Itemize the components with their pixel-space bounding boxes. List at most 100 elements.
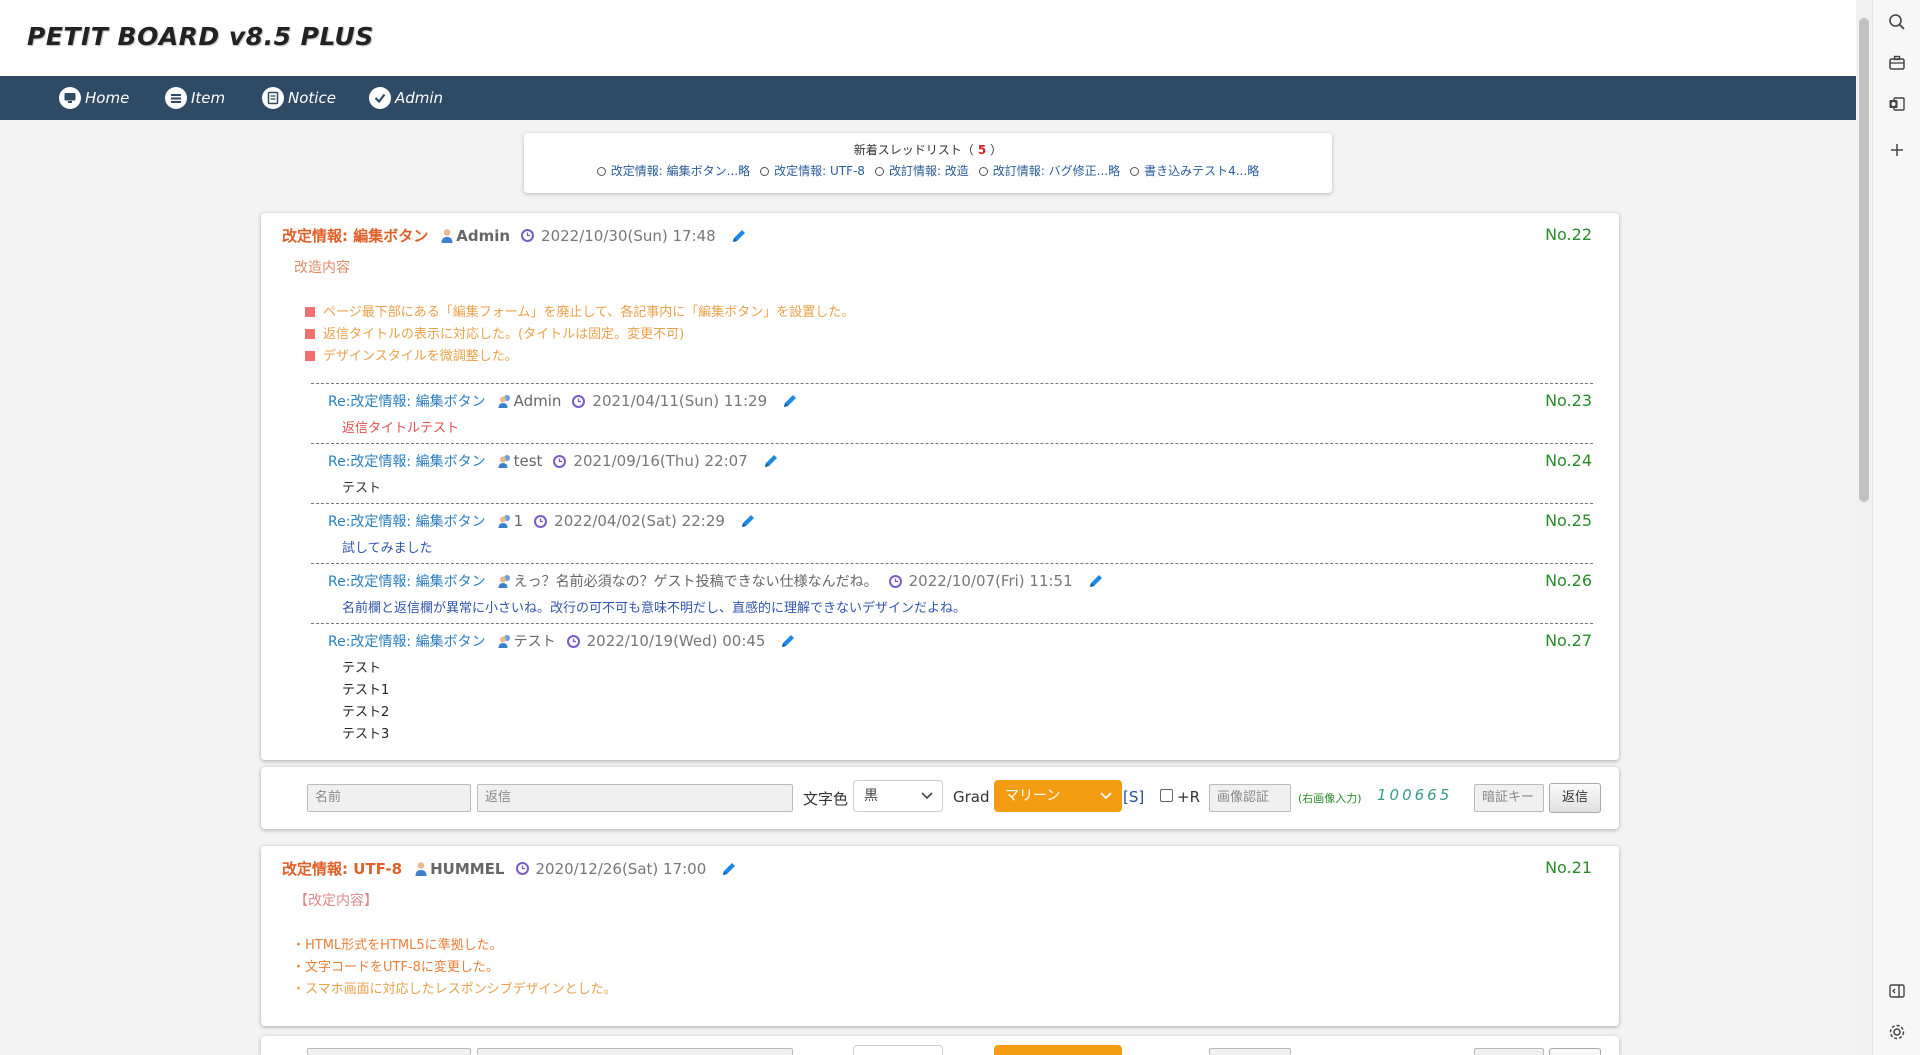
outlook-icon[interactable] [1887,94,1907,114]
body-heading: 【改定内容】 [294,893,378,909]
edit-pencil-icon[interactable] [730,227,748,245]
clock-icon [572,394,586,408]
thread-link-label: 書き込みテスト4...略 [1144,164,1260,178]
reply-title: Re:改定情報: 編集ボタン [328,514,486,530]
app-title[interactable]: PETIT BOARD v8.5 PLUS [27,22,374,51]
thread-list-title: 新着スレッドリスト（ 5） [524,141,1332,158]
body-line: ・文字コードをUTF-8に変更した。 [292,960,499,975]
thread-link[interactable]: 改訂情報: バグ修正...略 [978,162,1120,179]
clock-icon [534,514,548,528]
circle-icon [596,167,606,176]
briefcase-icon[interactable] [1887,53,1907,73]
post-number[interactable]: No.22 [1545,225,1592,244]
bullet-square-icon [305,329,315,339]
captcha-hint: (右画像入力) [1298,792,1362,805]
browser-side-rail [1872,0,1920,1055]
text-color-value: 黒 [864,788,878,804]
search-icon[interactable] [1887,12,1907,32]
edit-pencil-icon[interactable] [781,392,799,410]
nav-admin[interactable]: Admin [369,86,443,110]
reply-number[interactable]: No.26 [1545,571,1592,590]
scrollbar-thumb[interactable] [1859,18,1869,502]
edit-pencil-icon[interactable] [720,860,738,878]
reply-title: Re:改定情報: 編集ボタン [328,454,486,470]
thread-link[interactable]: 改訂情報: 改造 [874,162,969,179]
captcha-input[interactable]: 画像認証 [1209,784,1291,812]
grad-value: マリーン [1005,788,1061,804]
bullet-square-icon [305,351,315,361]
edit-pencil-icon[interactable] [1087,572,1105,590]
reply-title: Re:改定情報: 編集ボタン [328,634,486,650]
thread-list-count: 5 [977,143,987,157]
divider [311,563,1593,564]
users-icon [498,635,510,648]
post-number[interactable]: No.21 [1545,858,1592,877]
reply-body: 試してみました [342,541,433,556]
sidebar-toggle-icon[interactable] [1887,981,1907,1001]
users-icon [498,395,510,408]
text-color-select[interactable] [853,1045,943,1055]
name-input[interactable] [307,1048,471,1055]
reply-header: Re:改定情報: 編集ボタン test 2021/09/16(Thu) 22:0… [328,451,780,471]
body-bullet: ページ最下部にある「編集フォーム」を廃止して、各記事内に「編集ボタン」を設置した… [305,301,854,320]
r-checkbox[interactable] [1160,789,1173,802]
text-color-select[interactable]: 黒 [853,780,943,812]
edit-pencil-icon[interactable] [739,512,757,530]
nav-home[interactable]: Home [59,86,129,110]
reply-title: Re:改定情報: 編集ボタン [328,574,486,590]
reply-date: 2022/10/19(Wed) 00:45 [586,632,766,650]
thread-link-label: 改定情報: 編集ボタン...略 [610,164,751,178]
settings-icon[interactable] [1887,1022,1907,1042]
reply-number[interactable]: No.27 [1545,631,1592,650]
nav-item[interactable]: Item [165,86,225,110]
reply-submit-button[interactable]: 返信 [1549,783,1601,813]
check-icon [369,87,391,109]
edit-pencil-icon[interactable] [779,632,797,650]
thread-link[interactable]: 改定情報: 編集ボタン...略 [596,162,751,179]
password-key-input[interactable]: 暗証キー [1474,784,1544,812]
nav-item-label: Item [191,89,226,107]
plus-icon[interactable] [1887,140,1907,160]
nav-admin-label: Admin [395,89,444,107]
reply-body-line: テスト2 [342,705,390,720]
post-title: 改定情報: 編集ボタン [282,227,429,245]
monitor-icon [59,87,81,109]
reply-header: Re:改定情報: 編集ボタン 1 2022/04/02(Sat) 22:29 [328,511,757,531]
page-scrollbar[interactable] [1856,0,1872,1055]
app-header: PETIT BOARD v8.5 PLUS [0,0,1856,76]
users-icon [498,575,510,588]
s-link[interactable]: [S] [1123,788,1144,806]
name-input[interactable]: 名前 [307,784,471,812]
bullet-text: ページ最下部にある「編集フォーム」を廃止して、各記事内に「編集ボタン」を設置した… [323,305,855,320]
reply-number[interactable]: No.25 [1545,511,1592,530]
bullet-square-icon [305,307,315,317]
reply-author: Admin [513,392,562,410]
nav-notice[interactable]: Notice [262,86,336,110]
thread-list-links: 改定情報: 編集ボタン...略 改定情報: UTF-8 改訂情報: 改造 改訂情… [524,162,1332,179]
reply-number[interactable]: No.23 [1545,391,1592,410]
body-bullet: デザインスタイルを微調整した。 [305,345,518,364]
reply-header: Re:改定情報: 編集ボタン Admin 2021/04/11(Sun) 11:… [328,391,799,411]
reply-number[interactable]: No.24 [1545,451,1592,470]
grad-select[interactable]: マリーン [994,780,1122,812]
reply-form: 名前 返信 文字色 黒 Grad マリーン [S] +R 画像認証 (右画像入力… [261,767,1619,829]
edit-pencil-icon[interactable] [762,452,780,470]
thread-link-label: 改訂情報: 改造 [888,164,969,178]
document-icon [262,87,284,109]
grad-select[interactable] [994,1045,1122,1055]
chevron-down-icon [921,792,933,800]
thread-link[interactable]: 改定情報: UTF-8 [760,162,865,179]
reply-submit-button[interactable] [1549,1048,1601,1055]
users-icon [498,515,510,528]
post-header: 改定情報: 編集ボタン Admin 2022/10/30(Sun) 17:48 [282,225,748,246]
post-author: Admin [456,226,511,245]
body-bullet: 返信タイトルの表示に対応した。(タイトルは固定。変更不可) [305,323,684,342]
password-key-input[interactable] [1474,1048,1544,1055]
reply-textarea[interactable]: 返信 [477,784,793,812]
navbar: Home Item Notice Admin [0,76,1856,120]
reply-textarea[interactable] [477,1048,793,1055]
reply-header: Re:改定情報: 編集ボタン えっ？名前必須なの？ゲスト投稿できない仕様なんだね… [328,571,1105,591]
thread-link[interactable]: 書き込みテスト4...略 [1130,162,1259,179]
captcha-input[interactable] [1209,1048,1291,1055]
body-heading: 改造内容 [294,260,350,276]
